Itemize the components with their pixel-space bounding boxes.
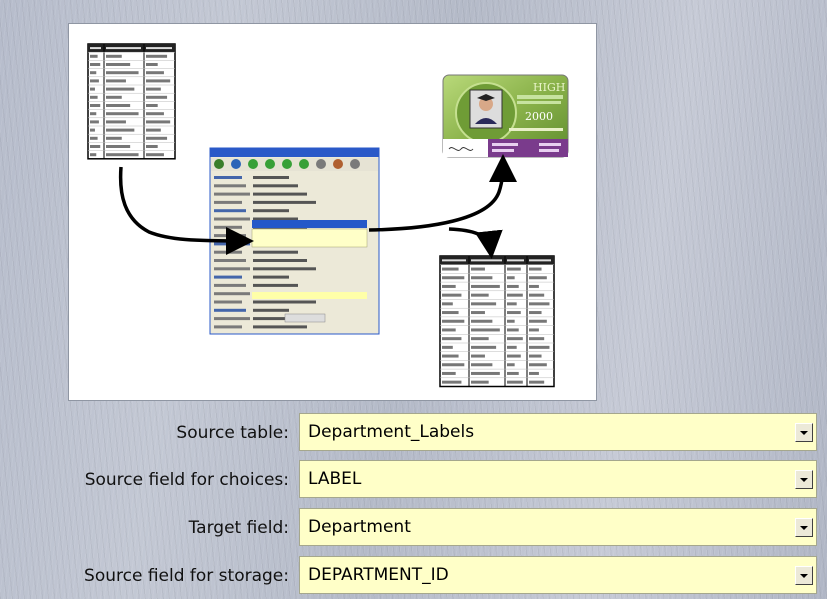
target-field-combo[interactable]: Department	[299, 508, 817, 546]
target-field-value: Department	[308, 517, 411, 537]
arrow-app-to-table	[448, 227, 503, 259]
source-field-storage-value: DEPARTMENT_ID	[308, 565, 449, 585]
card-year: 2000	[525, 110, 553, 123]
source-field-choices-combo[interactable]: LABEL	[299, 460, 817, 498]
target-field-label: Target field:	[188, 518, 289, 538]
source-field-choices-row: Source field for choices: LABEL	[0, 460, 827, 500]
dropdown-arrow-icon[interactable]	[795, 518, 813, 537]
source-table-combo[interactable]: Department_Labels	[299, 413, 817, 451]
source-field-storage-row: Source field for storage: DEPARTMENT_ID	[0, 556, 827, 596]
target-table-icon	[439, 255, 555, 388]
source-table-row: Source table: Department_Labels	[0, 413, 827, 453]
illustration-panel: HIGH 2000	[68, 23, 597, 401]
source-table-value: Department_Labels	[308, 422, 475, 442]
source-table-icon	[87, 43, 176, 160]
card-title: HIGH	[533, 81, 565, 94]
source-field-storage-label: Source field for storage:	[84, 566, 289, 586]
target-field-row: Target field: Department	[0, 508, 827, 548]
dropdown-arrow-icon[interactable]	[795, 470, 813, 489]
source-table-label: Source table:	[176, 423, 289, 443]
arrow-app-to-card	[368, 154, 517, 232]
dropdown-arrow-icon[interactable]	[795, 423, 813, 442]
source-field-choices-value: LABEL	[308, 469, 362, 489]
source-field-choices-label: Source field for choices:	[84, 470, 289, 490]
student-id-card-icon: HIGH 2000	[442, 74, 569, 158]
source-field-storage-combo[interactable]: DEPARTMENT_ID	[299, 556, 817, 594]
dropdown-arrow-icon[interactable]	[795, 566, 813, 585]
